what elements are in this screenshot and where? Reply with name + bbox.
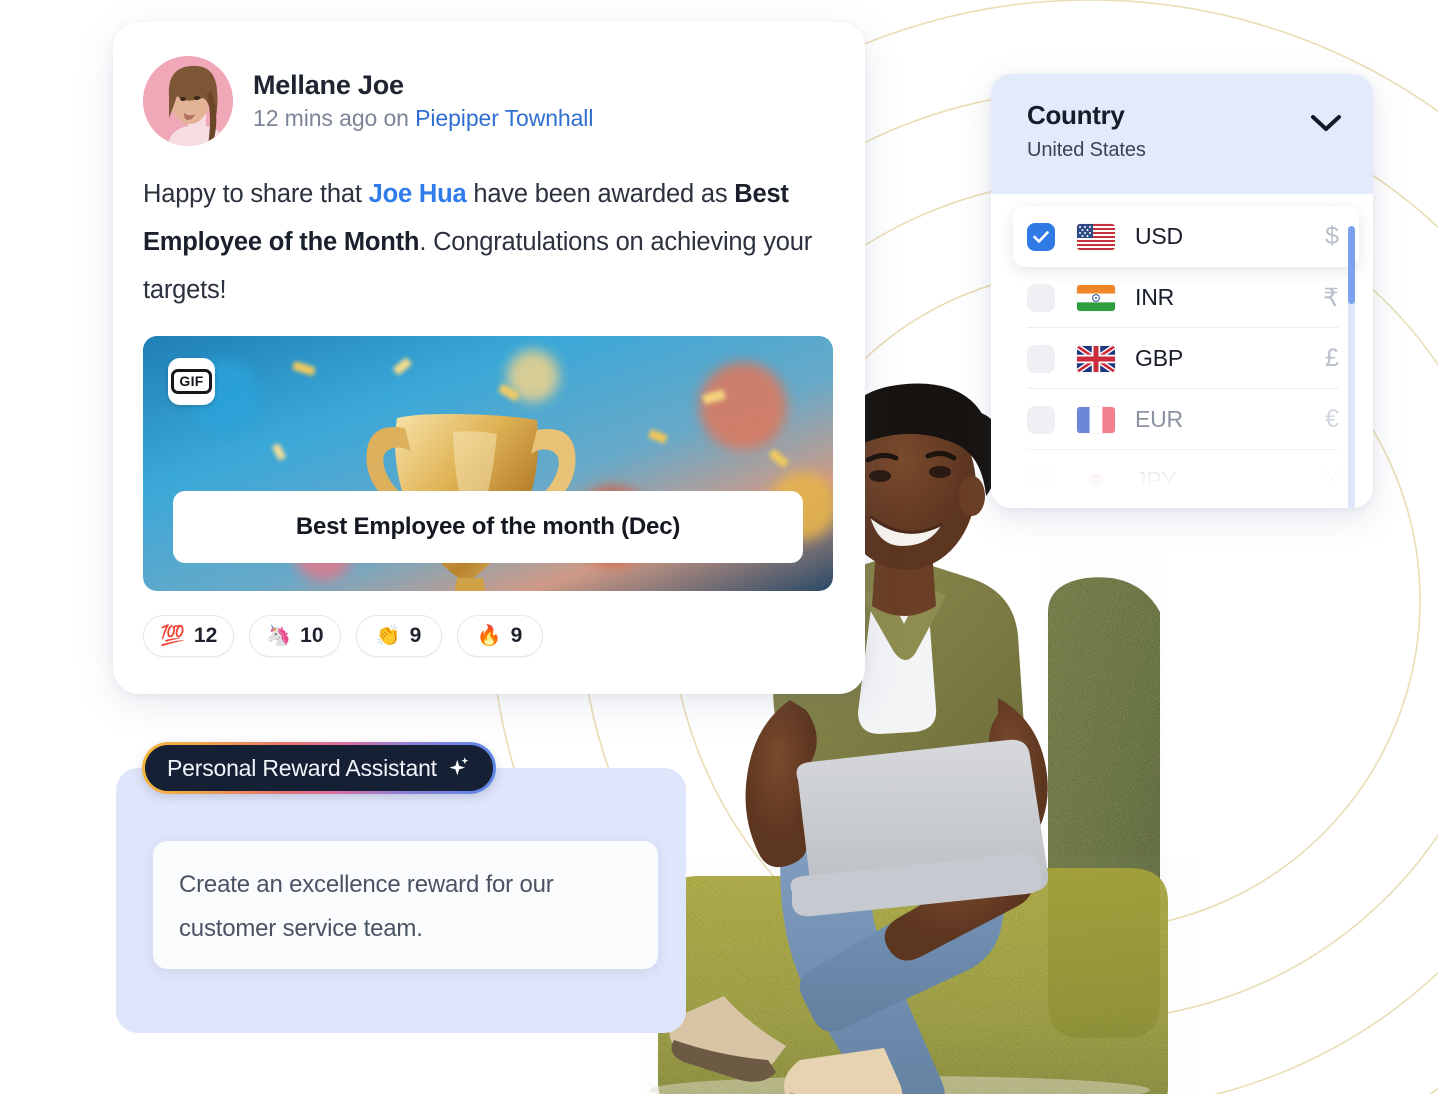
checkbox-eur[interactable] xyxy=(1027,405,1055,434)
assistant-prompt-text: Create an excellence reward for our cust… xyxy=(179,871,554,942)
checkbox-gbp[interactable] xyxy=(1027,344,1055,373)
reaction-unicorn[interactable]: 🦄 10 xyxy=(249,615,341,657)
post-timestamp: 12 mins ago on Piepiper Townhall xyxy=(253,105,593,132)
assistant-prompt-card[interactable]: Create an excellence reward for our cust… xyxy=(153,841,658,969)
assistant-badge-label: Personal Reward Assistant xyxy=(167,754,437,781)
sparkle-icon xyxy=(449,757,469,776)
country-label: Country xyxy=(1027,100,1125,130)
checkbox-inr[interactable] xyxy=(1027,283,1055,312)
reaction-fire[interactable]: 🔥 9 xyxy=(456,615,543,657)
post-header: Mellane Joe 12 mins ago on Piepiper Town… xyxy=(143,56,835,146)
currency-code-eur: EUR xyxy=(1135,406,1183,432)
currency-code-jpy: JPY xyxy=(1135,467,1177,493)
reaction-clap[interactable]: 👏 9 xyxy=(355,615,442,657)
currency-list-scrollbar[interactable] xyxy=(1348,226,1355,508)
country-header[interactable]: Country United States xyxy=(991,74,1373,194)
currency-row-usd[interactable]: USD $ xyxy=(1013,206,1359,267)
fr-flag-icon xyxy=(1077,406,1115,433)
checkbox-usd[interactable] xyxy=(1027,222,1055,251)
jp-flag-icon xyxy=(1077,467,1115,494)
gif-icon[interactable]: GIF xyxy=(168,358,215,405)
in-flag-icon xyxy=(1077,284,1115,311)
currency-symbol-inr: ₹ xyxy=(1323,283,1339,312)
currency-code-usd: USD xyxy=(1135,223,1183,249)
reaction-fire-count: 9 xyxy=(510,624,523,647)
assistant-badge[interactable]: Personal Reward Assistant xyxy=(142,742,496,794)
gif-label: GIF xyxy=(171,369,212,394)
reaction-hundred[interactable]: 💯 12 xyxy=(143,615,235,657)
unicorn-icon: 🦄 xyxy=(266,625,292,647)
post-meta: Mellane Joe 12 mins ago on Piepiper Town… xyxy=(253,70,593,132)
currency-code-inr: INR xyxy=(1135,284,1175,310)
avatar[interactable] xyxy=(143,56,233,146)
currency-symbol-usd: $ xyxy=(1325,222,1339,250)
currency-row-gbp[interactable]: GBP £ xyxy=(991,328,1373,389)
currency-row-inr[interactable]: INR ₹ xyxy=(991,267,1373,328)
currency-code-gbp: GBP xyxy=(1135,345,1183,371)
currency-symbol-jpy: ¥ xyxy=(1325,466,1339,494)
reactions-bar: 💯 12 🦄 10 👏 9 🔥 9 xyxy=(143,615,835,657)
reaction-hundred-count: 12 xyxy=(193,624,218,647)
post-channel-link[interactable]: Piepiper Townhall xyxy=(415,105,593,131)
post-media[interactable]: GIF Best Employee of the month (Dec) xyxy=(143,336,833,591)
checkbox-jpy[interactable] xyxy=(1027,466,1055,495)
currency-symbol-eur: € xyxy=(1325,405,1339,433)
currency-row-eur[interactable]: EUR € xyxy=(991,389,1373,450)
us-flag-icon xyxy=(1077,223,1115,250)
gb-flag-icon xyxy=(1077,345,1115,372)
clap-icon: 👏 xyxy=(375,625,401,647)
post-body: Happy to share that Joe Hua have been aw… xyxy=(143,170,835,314)
currency-row-jpy[interactable]: JPY ¥ xyxy=(991,450,1373,508)
post-body-part1: Happy to share that xyxy=(143,180,369,208)
reaction-unicorn-count: 10 xyxy=(300,624,324,647)
media-caption: Best Employee of the month (Dec) xyxy=(173,491,803,563)
post-author: Mellane Joe xyxy=(253,70,404,100)
post-card: Mellane Joe 12 mins ago on Piepiper Town… xyxy=(113,22,865,694)
reaction-clap-count: 9 xyxy=(409,624,422,647)
post-time-text: 12 mins ago on xyxy=(253,105,416,131)
country-dropdown-card: Country United States USD $ INR ₹ GBP £ … xyxy=(991,74,1373,508)
post-mention[interactable]: Joe Hua xyxy=(369,180,467,208)
scrollbar-thumb[interactable] xyxy=(1348,226,1355,304)
hundred-icon: 💯 xyxy=(160,625,185,647)
fire-icon: 🔥 xyxy=(476,625,502,647)
currency-symbol-gbp: £ xyxy=(1325,344,1339,372)
currency-list: USD $ INR ₹ GBP £ EUR € JPY ¥ xyxy=(991,194,1373,508)
country-selected-value: United States xyxy=(1027,139,1146,161)
post-body-part2: have been awarded as xyxy=(466,180,735,208)
chevron-down-icon[interactable] xyxy=(1309,112,1343,139)
